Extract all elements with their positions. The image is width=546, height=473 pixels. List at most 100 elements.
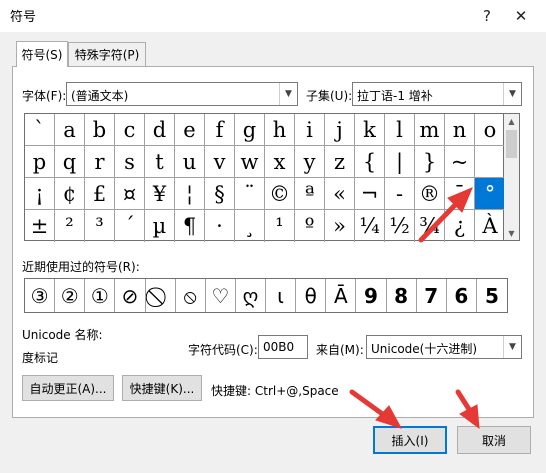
- symbol-cell[interactable]: ²: [55, 210, 85, 242]
- symbol-cell[interactable]: ª: [295, 178, 325, 210]
- recent-symbol-cell[interactable]: 9: [356, 279, 387, 312]
- shortcut-key-button[interactable]: 快捷键(K)...: [122, 375, 202, 401]
- symbol-cell[interactable]: ´: [115, 210, 145, 242]
- symbol-cell[interactable]: z: [325, 146, 355, 178]
- symbol-cell[interactable]: ©: [265, 178, 295, 210]
- symbol-cell[interactable]: a: [55, 114, 85, 146]
- symbol-cell[interactable]: ¨: [235, 178, 265, 210]
- recent-symbol-cell[interactable]: ♡: [206, 279, 236, 312]
- symbol-cell[interactable]: §: [205, 178, 235, 210]
- symbol-cell[interactable]: j: [325, 114, 355, 146]
- symbol-cell[interactable]: ¢: [55, 178, 85, 210]
- symbol-cell[interactable]: {: [355, 146, 385, 178]
- symbol-cell[interactable]: r: [85, 146, 115, 178]
- symbol-cell[interactable]: o: [475, 114, 505, 146]
- symbol-cell[interactable]: k: [355, 114, 385, 146]
- insert-button[interactable]: 插入(I): [373, 426, 447, 454]
- symbol-cell[interactable]: `: [25, 114, 55, 146]
- tab-symbols[interactable]: 符号(S): [16, 41, 68, 67]
- help-button[interactable]: ?: [470, 4, 504, 28]
- symbol-cell[interactable]: x: [265, 146, 295, 178]
- symbol-cell[interactable]: ¥: [145, 178, 175, 210]
- symbol-cell[interactable]: ½: [385, 210, 415, 242]
- symbol-cell[interactable]: ¹: [265, 210, 295, 242]
- tab-special-characters[interactable]: 特殊字符(P): [68, 42, 146, 66]
- recent-symbol-cell[interactable]: ⊘: [115, 279, 146, 312]
- symbol-cell[interactable]: «: [325, 178, 355, 210]
- recent-symbol-cell[interactable]: ⃠: [146, 279, 176, 312]
- scroll-up-icon[interactable]: ▲: [504, 114, 519, 128]
- symbol-cell[interactable]: i: [295, 114, 325, 146]
- symbol-cell[interactable]: ¾: [415, 210, 445, 242]
- symbol-grid-scrollbar[interactable]: ▲ ▼: [504, 113, 520, 241]
- symbol-cell[interactable]: »: [325, 210, 355, 242]
- symbol-cell[interactable]: ¿: [445, 210, 475, 242]
- close-button[interactable]: ✕: [504, 4, 538, 28]
- symbol-cell[interactable]: £: [85, 178, 115, 210]
- chevron-down-icon[interactable]: ▼: [279, 83, 297, 105]
- symbol-cell[interactable]: h: [265, 114, 295, 146]
- recent-symbol-cell[interactable]: 8: [387, 279, 417, 312]
- symbol-cell[interactable]: À: [475, 210, 505, 242]
- recent-symbol-cell[interactable]: 5: [477, 279, 507, 312]
- symbol-cell[interactable]: }: [415, 146, 445, 178]
- recent-symbol-cell[interactable]: 6: [447, 279, 477, 312]
- symbol-grid[interactable]: ` a b c d e f g h i j k l m n o p q r s t u v w x y z{|} ~ ¡ ¢ £ ¤ ¥ ¦ § ¨…: [24, 113, 505, 242]
- symbol-cell[interactable]: ¬: [355, 178, 385, 210]
- subset-select[interactable]: 拉丁语-1 增补 ▼: [352, 82, 522, 106]
- symbol-cell[interactable]: u: [175, 146, 205, 178]
- symbol-cell[interactable]: ·: [205, 210, 235, 242]
- recent-symbol-cell[interactable]: θ: [296, 279, 327, 312]
- chevron-down-icon[interactable]: ▼: [503, 336, 521, 358]
- symbol-cell[interactable]: ±: [25, 210, 55, 242]
- autocorrect-button[interactable]: 自动更正(A)...: [22, 375, 114, 401]
- symbol-cell[interactable]: w: [235, 146, 265, 178]
- symbol-cell[interactable]: y: [295, 146, 325, 178]
- symbol-cell[interactable]: m: [415, 114, 445, 146]
- chevron-down-icon[interactable]: ▼: [503, 83, 521, 105]
- symbol-cell[interactable]: -: [385, 178, 415, 210]
- symbol-cell[interactable]: [475, 146, 505, 178]
- recent-symbol-cell[interactable]: ①: [85, 279, 116, 312]
- symbol-cell[interactable]: ¡: [25, 178, 55, 210]
- char-code-input[interactable]: 00B0: [258, 335, 308, 359]
- symbol-cell[interactable]: ¼: [355, 210, 385, 242]
- symbol-cell-selected[interactable]: °: [475, 178, 505, 210]
- recent-symbol-cell[interactable]: ②: [55, 279, 86, 312]
- symbol-cell[interactable]: s: [115, 146, 145, 178]
- symbol-cell[interactable]: p: [25, 146, 55, 178]
- symbol-cell[interactable]: ¸: [235, 210, 265, 242]
- font-select[interactable]: (普通文本) ▼: [66, 82, 298, 106]
- recent-symbols[interactable]: ③②①⊘⃠⦸♡ღιθĀ98765: [24, 278, 508, 313]
- symbol-cell[interactable]: º: [295, 210, 325, 242]
- scrollbar-thumb[interactable]: [506, 130, 517, 158]
- symbol-cell[interactable]: ¯: [445, 178, 475, 210]
- symbol-cell[interactable]: ¶: [175, 210, 205, 242]
- symbol-cell[interactable]: |: [385, 146, 415, 178]
- recent-symbol-cell[interactable]: ι: [266, 279, 297, 312]
- recent-symbol-cell[interactable]: ⦸: [176, 279, 206, 312]
- symbol-cell[interactable]: e: [175, 114, 205, 146]
- symbol-cell[interactable]: ~: [445, 146, 475, 178]
- symbol-cell[interactable]: d: [145, 114, 175, 146]
- cancel-button[interactable]: 取消: [457, 426, 531, 454]
- recent-symbol-cell[interactable]: ღ: [236, 279, 266, 312]
- symbol-cell[interactable]: ®: [415, 178, 445, 210]
- symbol-cell[interactable]: g: [235, 114, 265, 146]
- recent-symbol-cell[interactable]: ③: [25, 279, 56, 312]
- symbol-cell[interactable]: q: [55, 146, 85, 178]
- symbol-cell[interactable]: l: [385, 114, 415, 146]
- symbol-cell[interactable]: c: [115, 114, 145, 146]
- symbol-cell[interactable]: ¦: [175, 178, 205, 210]
- recent-symbol-cell[interactable]: Ā: [326, 279, 357, 312]
- symbol-cell[interactable]: n: [445, 114, 475, 146]
- symbol-cell[interactable]: v: [205, 146, 235, 178]
- scroll-down-icon[interactable]: ▼: [504, 226, 519, 240]
- symbol-cell[interactable]: µ: [145, 210, 175, 242]
- symbol-cell[interactable]: ¤: [115, 178, 145, 210]
- symbol-cell[interactable]: ³: [85, 210, 115, 242]
- symbol-cell[interactable]: f: [205, 114, 235, 146]
- symbol-cell[interactable]: t: [145, 146, 175, 178]
- from-select[interactable]: Unicode(十六进制) ▼: [366, 335, 522, 359]
- recent-symbol-cell[interactable]: 7: [417, 279, 447, 312]
